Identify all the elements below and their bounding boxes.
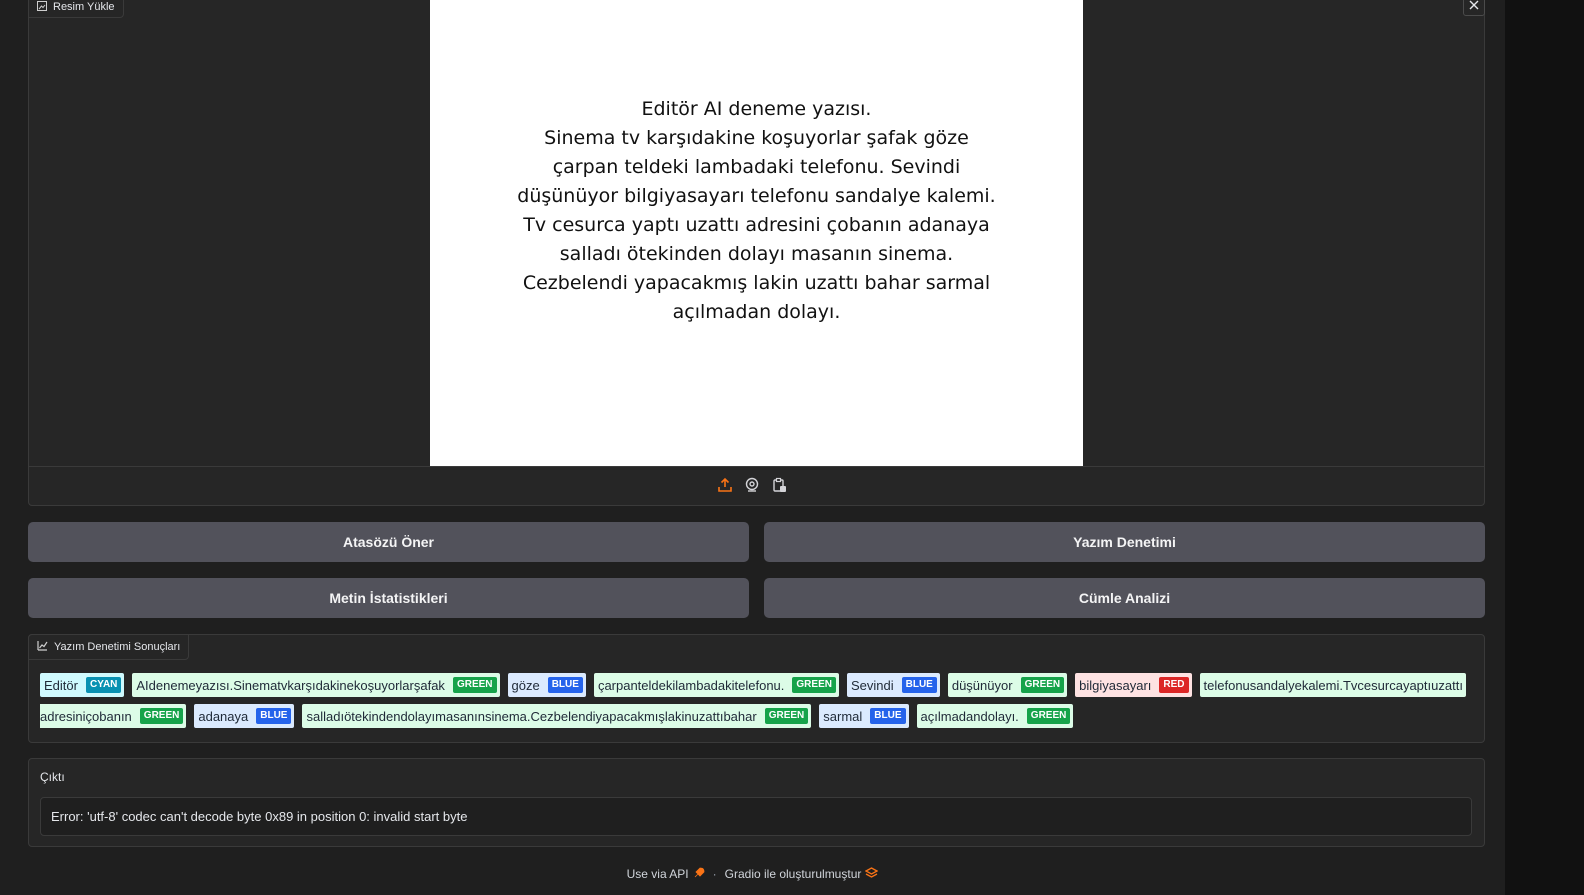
- highlight-category-tag: GREEN: [1020, 677, 1065, 693]
- spellcheck-results-label-text: Yazım Denetimi Sonuçları: [54, 641, 181, 653]
- highlight-token: göze BLUE: [507, 673, 586, 697]
- preview-text: Editör AI deneme yazısı. Sinema tv karşı…: [517, 98, 996, 323]
- highlight-category-tag: GREEN: [792, 677, 836, 693]
- gradio-link[interactable]: Gradio ile oluşturulmuştur: [724, 866, 879, 882]
- highlight-category-tag: BLUE: [547, 677, 583, 693]
- highlight-token: adanaya BLUE: [194, 704, 295, 728]
- highlight-token: düşünüyor GREEN: [947, 673, 1068, 697]
- right-gutter: [1505, 0, 1584, 895]
- highlight-token-text: salladıötekindendolayımasanınsinema.Cezb…: [306, 708, 757, 724]
- highlight-row-1: Editör CYAN AIdenemeyazısı.Sinematvkarşıda…: [40, 673, 1472, 697]
- highlight-row-2: adresiniçobanın GREEN adanaya BLUE salladıöt…: [40, 704, 1472, 728]
- highlight-token-text: Sevindi: [850, 677, 894, 693]
- highlight-token: telefonusandalyekalemi.Tvcesurcayaptıuza…: [1199, 673, 1466, 697]
- image-upload-label: Resim Yükle: [28, 0, 124, 18]
- highlight-token-text: adanaya: [198, 708, 249, 724]
- text-stats-button[interactable]: Metin İstatistikleri: [28, 578, 749, 618]
- highlight-token: AIdenemeyazısı.Sinematvkarşıdakinekoşuyo…: [132, 673, 500, 697]
- highlight-token-text: düşünüyor: [951, 677, 1013, 693]
- highlight-token: Sevindi BLUE: [846, 673, 940, 697]
- highlight-token: çarpanteldekilambadakitelefonu. GREEN: [593, 673, 839, 697]
- use-via-api-link[interactable]: Use via API: [627, 867, 705, 882]
- gradio-logo-icon: [865, 866, 879, 882]
- highlight-token-text: çarpanteldekilambadakitelefonu.: [597, 677, 785, 693]
- highlight-token-text: göze: [511, 677, 540, 693]
- highlight-category-tag: GREEN: [139, 708, 184, 724]
- webcam-icon[interactable]: [744, 477, 760, 493]
- highlight-token: Editör CYAN: [40, 673, 125, 697]
- image-preview: Editör AI deneme yazısı. Sinema tv karşı…: [430, 0, 1083, 466]
- highlight-category-tag: BLUE: [870, 708, 906, 724]
- proverb-button[interactable]: Atasözü Öner: [28, 522, 749, 562]
- output-label: Çıktı: [40, 770, 65, 784]
- highlight-token-text: telefonusandalyekalemi.Tvcesurcayaptıuza…: [1203, 677, 1463, 693]
- output-value: Error: 'utf-8' codec can't decode byte 0…: [51, 809, 468, 824]
- highlight-category-tag: RED: [1159, 677, 1189, 693]
- sentence-analysis-button[interactable]: Cümle Analizi: [764, 578, 1485, 618]
- spellcheck-results-label: Yazım Denetimi Sonuçları: [28, 634, 190, 660]
- highlight-category-tag: GREEN: [452, 677, 497, 693]
- highlight-category-tag: GREEN: [764, 708, 809, 724]
- highlight-category-tag: BLUE: [256, 708, 292, 724]
- highlight-token-text: sarmal: [823, 708, 863, 724]
- upload-icon[interactable]: [717, 477, 733, 493]
- gradio-link-text: Gradio ile oluşturulmuştur: [724, 867, 862, 881]
- chart-icon: [37, 640, 48, 654]
- output-textbox[interactable]: Error: 'utf-8' codec can't decode byte 0…: [40, 797, 1472, 836]
- highlight-token-text: açılmadandolayı.: [920, 708, 1019, 724]
- image-source-selector: [717, 477, 787, 493]
- highlight-token: bilgiyasayarı RED: [1075, 673, 1192, 697]
- image-source-divider: [29, 466, 1484, 467]
- highlight-token: sarmal BLUE: [819, 704, 909, 728]
- highlight-category-tag: GREEN: [1026, 708, 1071, 724]
- highlight-token-text: adresiniçobanın: [40, 708, 132, 724]
- footer-separator: ·: [712, 867, 717, 881]
- image-upload-label-text: Resim Yükle: [53, 1, 115, 13]
- footer: Use via API · Gradio ile oluşturulmuştur: [0, 864, 1505, 884]
- clear-image-button[interactable]: [1463, 0, 1485, 16]
- close-icon: [1469, 0, 1479, 15]
- highlight-token: salladıötekindendolayımasanınsinema.Cezb…: [302, 704, 812, 728]
- highlight-token-text: bilgiyasayarı: [1079, 677, 1152, 693]
- spellcheck-button[interactable]: Yazım Denetimi: [764, 522, 1485, 562]
- highlight-token: açılmadandolayı. GREEN: [916, 704, 1074, 728]
- highlight-token-text: Editör: [44, 677, 78, 693]
- use-via-api-text: Use via API: [626, 867, 689, 881]
- image-icon: [37, 0, 47, 14]
- highlight-token-text: AIdenemeyazısı.Sinematvkarşıdakinekoşuyo…: [136, 677, 445, 693]
- highlight-token: adresiniçobanın GREEN: [40, 704, 187, 728]
- highlight-category-tag: CYAN: [85, 677, 122, 693]
- rocket-icon: [693, 867, 705, 882]
- clipboard-icon[interactable]: [771, 477, 787, 493]
- highlight-category-tag: BLUE: [901, 677, 937, 693]
